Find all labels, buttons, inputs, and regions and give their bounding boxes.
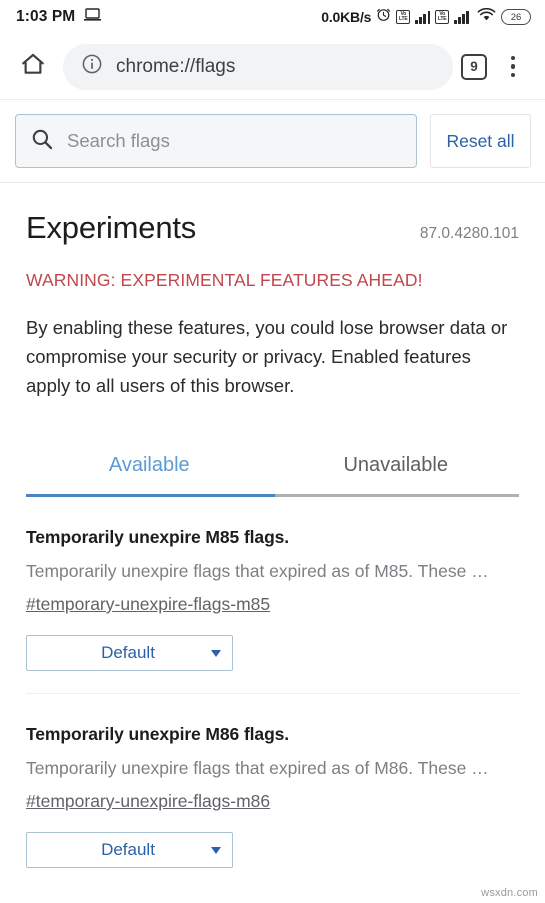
flag-description: Temporarily unexpire flags that expired …	[26, 561, 489, 581]
signal-bars-sim2	[454, 10, 469, 24]
wifi-icon	[477, 7, 496, 27]
flag-entry: Temporarily unexpire M85 flags. Temporar…	[26, 497, 519, 694]
status-bar: 1:03 PM 0.0KB/s Vo LTE Vo LTE 26	[0, 0, 545, 34]
signal-bars-sim1	[415, 10, 431, 24]
flag-state-value: Default	[101, 643, 155, 662]
tab-unavailable[interactable]: Unavailable	[273, 436, 520, 494]
flag-state-select[interactable]: Default	[26, 635, 233, 671]
home-button[interactable]	[13, 47, 53, 87]
flags-search-section: Search flags Reset all	[0, 100, 545, 183]
watermark: wsxdn.com	[481, 887, 538, 899]
flag-title: Temporarily unexpire M85 flags.	[26, 527, 290, 547]
experimental-warning: WARNING: EXPERIMENTAL FEATURES AHEAD!	[26, 270, 423, 290]
address-bar[interactable]: chrome://flags	[63, 43, 453, 90]
reset-all-button[interactable]: Reset all	[430, 114, 531, 168]
status-icons: 0.0KB/s Vo LTE Vo LTE 26	[321, 7, 531, 27]
volte-icon-sim2: Vo LTE	[435, 10, 450, 24]
flag-description: Temporarily unexpire flags that expired …	[26, 758, 489, 778]
warning-description: By enabling these features, you could lo…	[26, 317, 508, 396]
volte-label-bottom-2: LTE	[437, 16, 447, 22]
battery-indicator: 26	[501, 9, 531, 25]
chevron-down-icon	[211, 649, 221, 657]
network-speed: 0.0KB/s	[321, 9, 372, 25]
overflow-menu-icon[interactable]	[493, 45, 533, 89]
battery-level: 26	[510, 11, 522, 23]
flag-anchor-link[interactable]: #temporary-unexpire-flags-m86	[26, 791, 270, 812]
alarm-clock-icon	[376, 7, 391, 27]
flags-page-content: Experiments 87.0.4280.101 WARNING: EXPER…	[0, 183, 545, 890]
chrome-version: 87.0.4280.101	[419, 225, 519, 242]
flag-anchor-link[interactable]: #temporary-unexpire-flags-m85	[26, 594, 270, 615]
page-header: Experiments 87.0.4280.101	[26, 183, 519, 246]
tab-switcher-button[interactable]: 9	[461, 53, 487, 80]
flag-title: Temporarily unexpire M86 flags.	[26, 724, 290, 744]
flag-state-value: Default	[101, 840, 155, 859]
tab-available-label: Available	[108, 453, 190, 476]
flag-state-select[interactable]: Default	[26, 832, 233, 868]
tab-available[interactable]: Available	[26, 436, 273, 494]
chevron-down-icon	[211, 846, 221, 854]
address-bar-url: chrome://flags	[116, 55, 236, 77]
search-icon	[30, 127, 54, 156]
browser-toolbar: chrome://flags 9	[0, 34, 545, 100]
search-input-placeholder: Search flags	[67, 130, 170, 151]
search-flags-field[interactable]: Search flags	[15, 114, 417, 168]
flag-entry: Temporarily unexpire M86 flags. Temporar…	[26, 694, 519, 890]
info-circle-icon[interactable]	[81, 53, 103, 80]
active-tab-indicator	[26, 494, 275, 497]
volte-icon-sim1: Vo LTE	[396, 10, 411, 24]
volte-label-bottom: LTE	[399, 16, 408, 22]
status-time: 1:03 PM	[16, 8, 76, 25]
tab-count-label: 9	[470, 59, 478, 74]
tabs-underline	[26, 494, 519, 497]
laptop-icon	[84, 7, 102, 27]
flags-tabs: Available Unavailable	[26, 436, 519, 494]
home-icon	[20, 51, 46, 82]
page-title: Experiments	[26, 210, 197, 245]
reset-all-label: Reset all	[446, 130, 515, 151]
tab-unavailable-label: Unavailable	[343, 453, 448, 476]
